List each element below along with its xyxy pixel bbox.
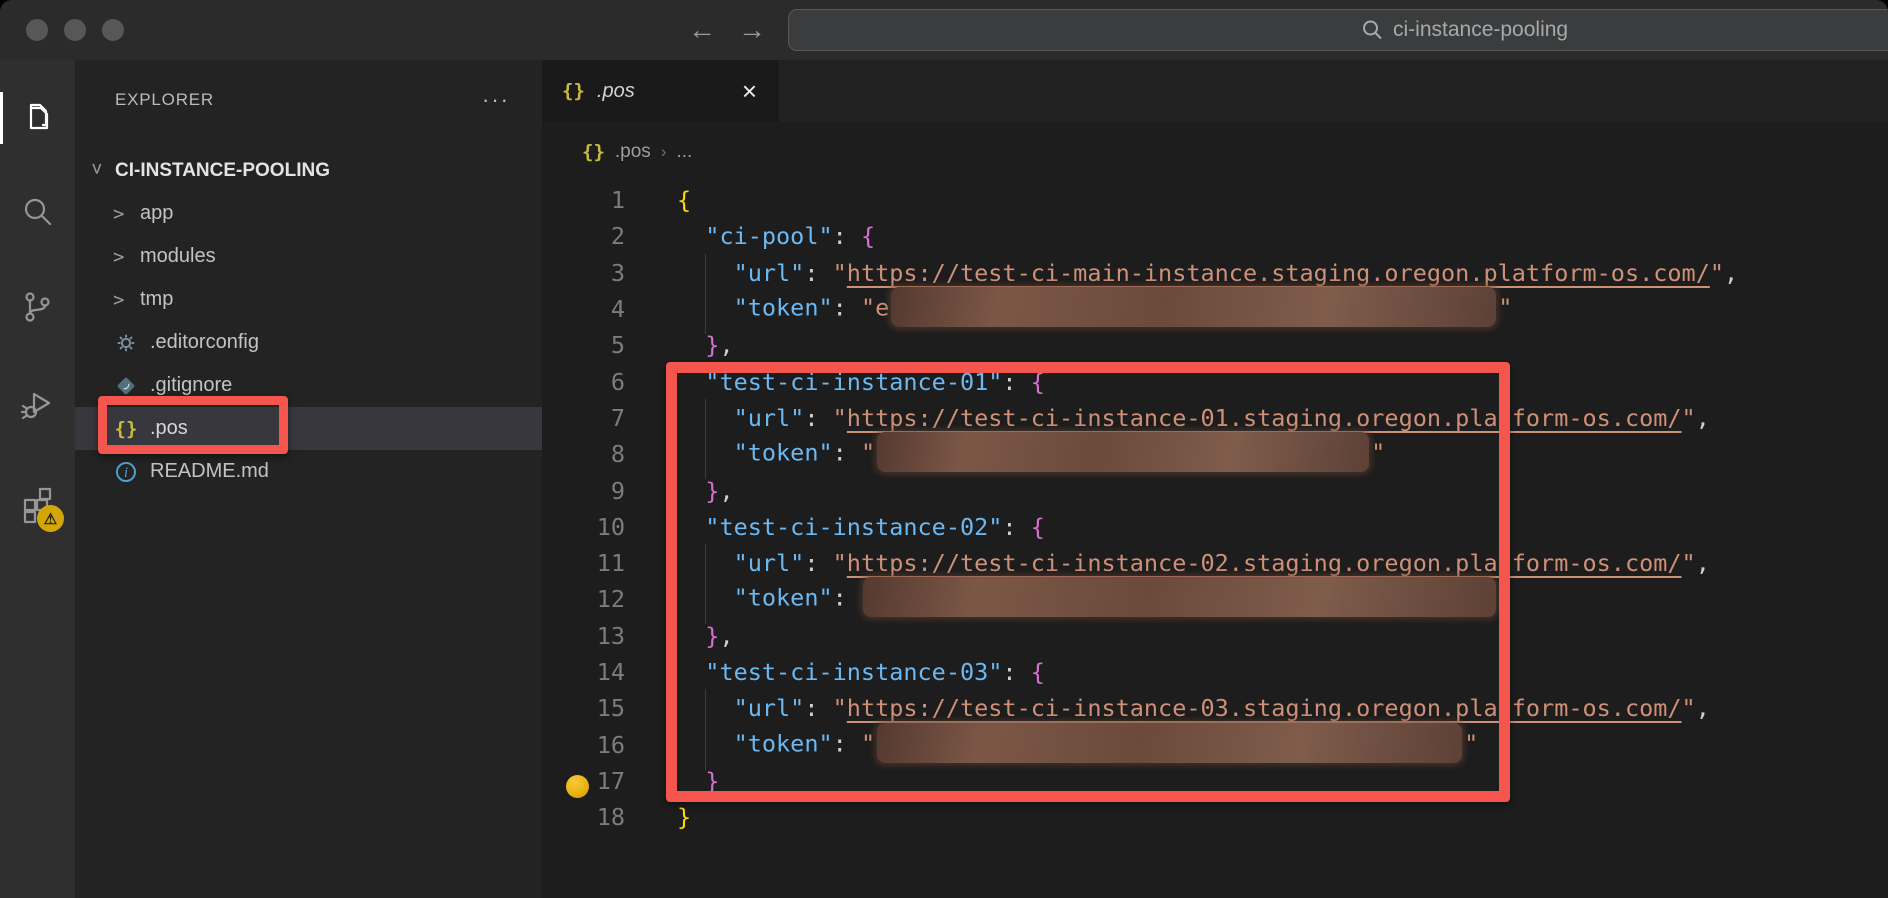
- command-center-search[interactable]: ci-instance-pooling: [788, 9, 1888, 51]
- window-controls: [26, 19, 124, 41]
- code-text: },: [677, 331, 734, 359]
- source-control-view-icon[interactable]: [17, 287, 57, 327]
- titlebar: ← → ci-instance-pooling: [0, 0, 1888, 60]
- json-file-icon: {}: [582, 141, 605, 163]
- line-number: 5: [542, 331, 625, 359]
- close-tab-icon[interactable]: ×: [742, 81, 757, 101]
- annotation-yellow-dot: [566, 775, 589, 798]
- git-icon: [113, 375, 139, 397]
- tab-title: .pos: [597, 80, 635, 103]
- forward-arrow-icon[interactable]: →: [738, 14, 766, 46]
- tree-item-label: app: [140, 202, 173, 225]
- activity-bar: ⚠: [0, 60, 75, 898]
- explorer-view-icon[interactable]: [17, 97, 57, 137]
- code-line-3[interactable]: 3 "url": "https://test-ci-main-instance.…: [542, 255, 1888, 291]
- line-number: 11: [542, 549, 625, 577]
- line-number: 3: [542, 259, 625, 287]
- code-text: "token": "e": [677, 289, 1512, 329]
- chevron-right-icon: >: [113, 289, 129, 311]
- json-file-icon: {}: [562, 80, 585, 102]
- run-and-debug-view-icon[interactable]: [17, 384, 57, 424]
- line-number: 10: [542, 513, 625, 541]
- extensions-view-icon[interactable]: ⚠: [17, 485, 57, 525]
- code-text: }: [677, 803, 691, 831]
- tree-item-label: README.md: [150, 460, 269, 483]
- line-number: 18: [542, 803, 625, 831]
- tree-item-label: .editorconfig: [150, 331, 259, 354]
- tree-item-label: .gitignore: [150, 374, 232, 397]
- tree-item-tmp[interactable]: > tmp: [75, 278, 542, 321]
- line-number: 15: [542, 694, 625, 722]
- active-view-indicator: [0, 92, 3, 144]
- line-number: 4: [542, 295, 625, 323]
- breadcrumb-more[interactable]: ...: [676, 141, 692, 163]
- line-number: 14: [542, 658, 625, 686]
- line-number: 7: [542, 404, 625, 432]
- zoom-window-icon[interactable]: [102, 19, 124, 41]
- code-text: "ci-pool": {: [677, 222, 875, 250]
- search-value: ci-instance-pooling: [1393, 18, 1568, 42]
- code-line-4[interactable]: 4 "token": "e": [542, 291, 1888, 327]
- search-view-icon[interactable]: [17, 192, 57, 232]
- tree-root-label: CI-INSTANCE-POOLING: [115, 160, 330, 182]
- code-line-5[interactable]: 5 },: [542, 327, 1888, 363]
- sidebar-title: EXPLORER: [115, 90, 214, 110]
- minimize-window-icon[interactable]: [64, 19, 86, 41]
- annotation-box-pos-file: [98, 396, 288, 454]
- line-number: 16: [542, 731, 625, 759]
- search-icon: [1361, 19, 1383, 41]
- extensions-warning-badge: ⚠: [37, 505, 64, 532]
- tree-item-app[interactable]: > app: [75, 192, 542, 235]
- code-line-1[interactable]: 1{: [542, 182, 1888, 218]
- history-nav: ← →: [688, 0, 766, 60]
- tree-item-label: modules: [140, 245, 216, 268]
- line-number: 8: [542, 440, 625, 468]
- info-icon: i: [113, 462, 139, 482]
- code-text: {: [677, 186, 691, 214]
- line-number: 6: [542, 368, 625, 396]
- close-window-icon[interactable]: [26, 19, 48, 41]
- tree-item-modules[interactable]: > modules: [75, 235, 542, 278]
- code-line-2[interactable]: 2 "ci-pool": {: [542, 218, 1888, 254]
- gear-icon: [113, 332, 139, 354]
- line-number: 13: [542, 622, 625, 650]
- annotation-box-code-block: [666, 362, 1510, 802]
- line-number: 9: [542, 477, 625, 505]
- explorer-sidebar: EXPLORER ··· > CI-INSTANCE-POOLING > app > mo…: [75, 60, 542, 898]
- breadcrumb-file[interactable]: .pos: [615, 141, 651, 163]
- line-number: 2: [542, 222, 625, 250]
- code-line-18[interactable]: 18}: [542, 799, 1888, 835]
- back-arrow-icon[interactable]: ←: [688, 14, 716, 46]
- line-number: 12: [542, 585, 625, 613]
- redacted-token-blur: [891, 287, 1496, 327]
- tab-pos[interactable]: {} .pos ×: [542, 60, 778, 122]
- chevron-right-icon: >: [113, 203, 129, 225]
- chevron-down-icon: >: [86, 163, 108, 179]
- sidebar-more-actions-icon[interactable]: ···: [482, 95, 510, 105]
- breadcrumb: {} .pos › ...: [542, 122, 1888, 182]
- code-text: "url": "https://test-ci-main-instance.st…: [677, 259, 1738, 287]
- tree-item-label: tmp: [140, 288, 173, 311]
- tree-item-editorconfig[interactable]: .editorconfig: [75, 321, 542, 364]
- chevron-right-icon: ›: [661, 142, 667, 162]
- tab-bar: {} .pos ×: [542, 60, 1888, 122]
- chevron-right-icon: >: [113, 246, 129, 268]
- tree-item-README-md[interactable]: i README.md: [75, 450, 542, 493]
- tree-root-ci-instance-pooling[interactable]: > CI-INSTANCE-POOLING: [75, 149, 542, 192]
- line-number: 1: [542, 186, 625, 214]
